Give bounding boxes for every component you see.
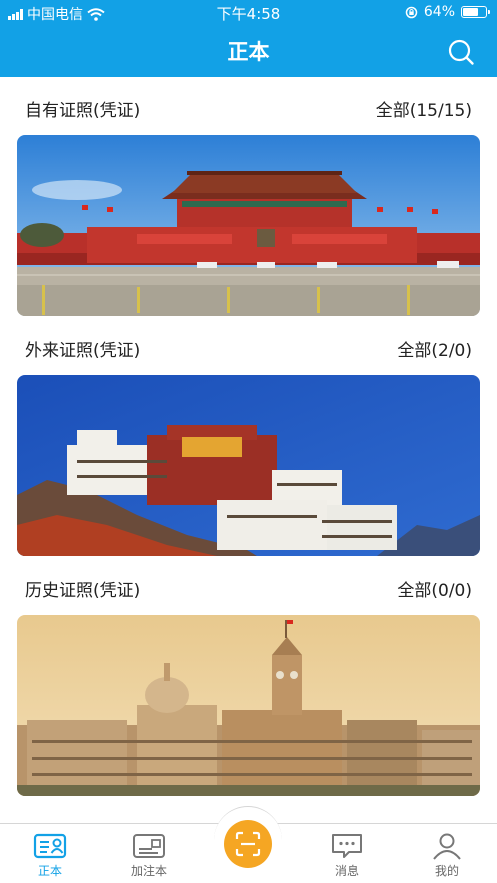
- message-icon: [332, 834, 362, 858]
- tab-mine[interactable]: 我的: [412, 832, 482, 879]
- app-header: 中国电信 下午4:58 64% 正本: [0, 0, 497, 77]
- card-external-licenses[interactable]: [17, 375, 480, 556]
- screen: 中国电信 下午4:58 64% 正本 自有证照(凭证) 全部(15/15) 外来…: [0, 0, 497, 883]
- view-all-link[interactable]: 全部(2/0): [397, 336, 472, 361]
- section-title: 自有证照(凭证): [25, 101, 141, 121]
- tiananmen-photo: [17, 135, 480, 316]
- status-bar: 中国电信 下午4:58 64%: [0, 0, 497, 26]
- battery-percent: 64%: [423, 4, 455, 20]
- view-all-link[interactable]: 全部(0/0): [397, 576, 472, 601]
- potala-palace-photo: [17, 375, 480, 556]
- nav-bar: 正本: [0, 26, 497, 77]
- scan-icon: [235, 831, 261, 857]
- section-header-external: 外来证照(凭证) 全部(2/0): [0, 336, 497, 362]
- section-title: 历史证照(凭证): [25, 581, 141, 601]
- view-all-link[interactable]: 全部(15/15): [376, 96, 472, 121]
- tab-zhengben[interactable]: 正本: [15, 832, 85, 879]
- page-title: 正本: [227, 40, 270, 64]
- tab-label: 正本: [37, 864, 62, 878]
- tab-label: 消息: [334, 864, 359, 878]
- tab-jiazhuben[interactable]: 加注本: [114, 832, 184, 879]
- rotation-lock-icon: [405, 6, 418, 18]
- card-icon: [133, 834, 165, 858]
- section-header-own: 自有证照(凭证) 全部(15/15): [0, 96, 497, 122]
- tab-messages[interactable]: 消息: [312, 832, 382, 879]
- tab-label: 加注本: [130, 864, 167, 878]
- user-icon: [433, 833, 461, 860]
- section-header-history: 历史证照(凭证) 全部(0/0): [0, 576, 497, 602]
- battery-icon: [461, 6, 490, 18]
- section-title: 外来证照(凭证): [25, 341, 141, 361]
- search-icon[interactable]: [447, 38, 475, 66]
- id-card-icon: [33, 833, 67, 859]
- scan-button[interactable]: [224, 820, 272, 868]
- tab-label: 我的: [434, 864, 459, 878]
- card-own-licenses[interactable]: [17, 135, 480, 316]
- card-history-licenses[interactable]: [17, 615, 480, 796]
- shanghai-bund-photo: [17, 615, 480, 796]
